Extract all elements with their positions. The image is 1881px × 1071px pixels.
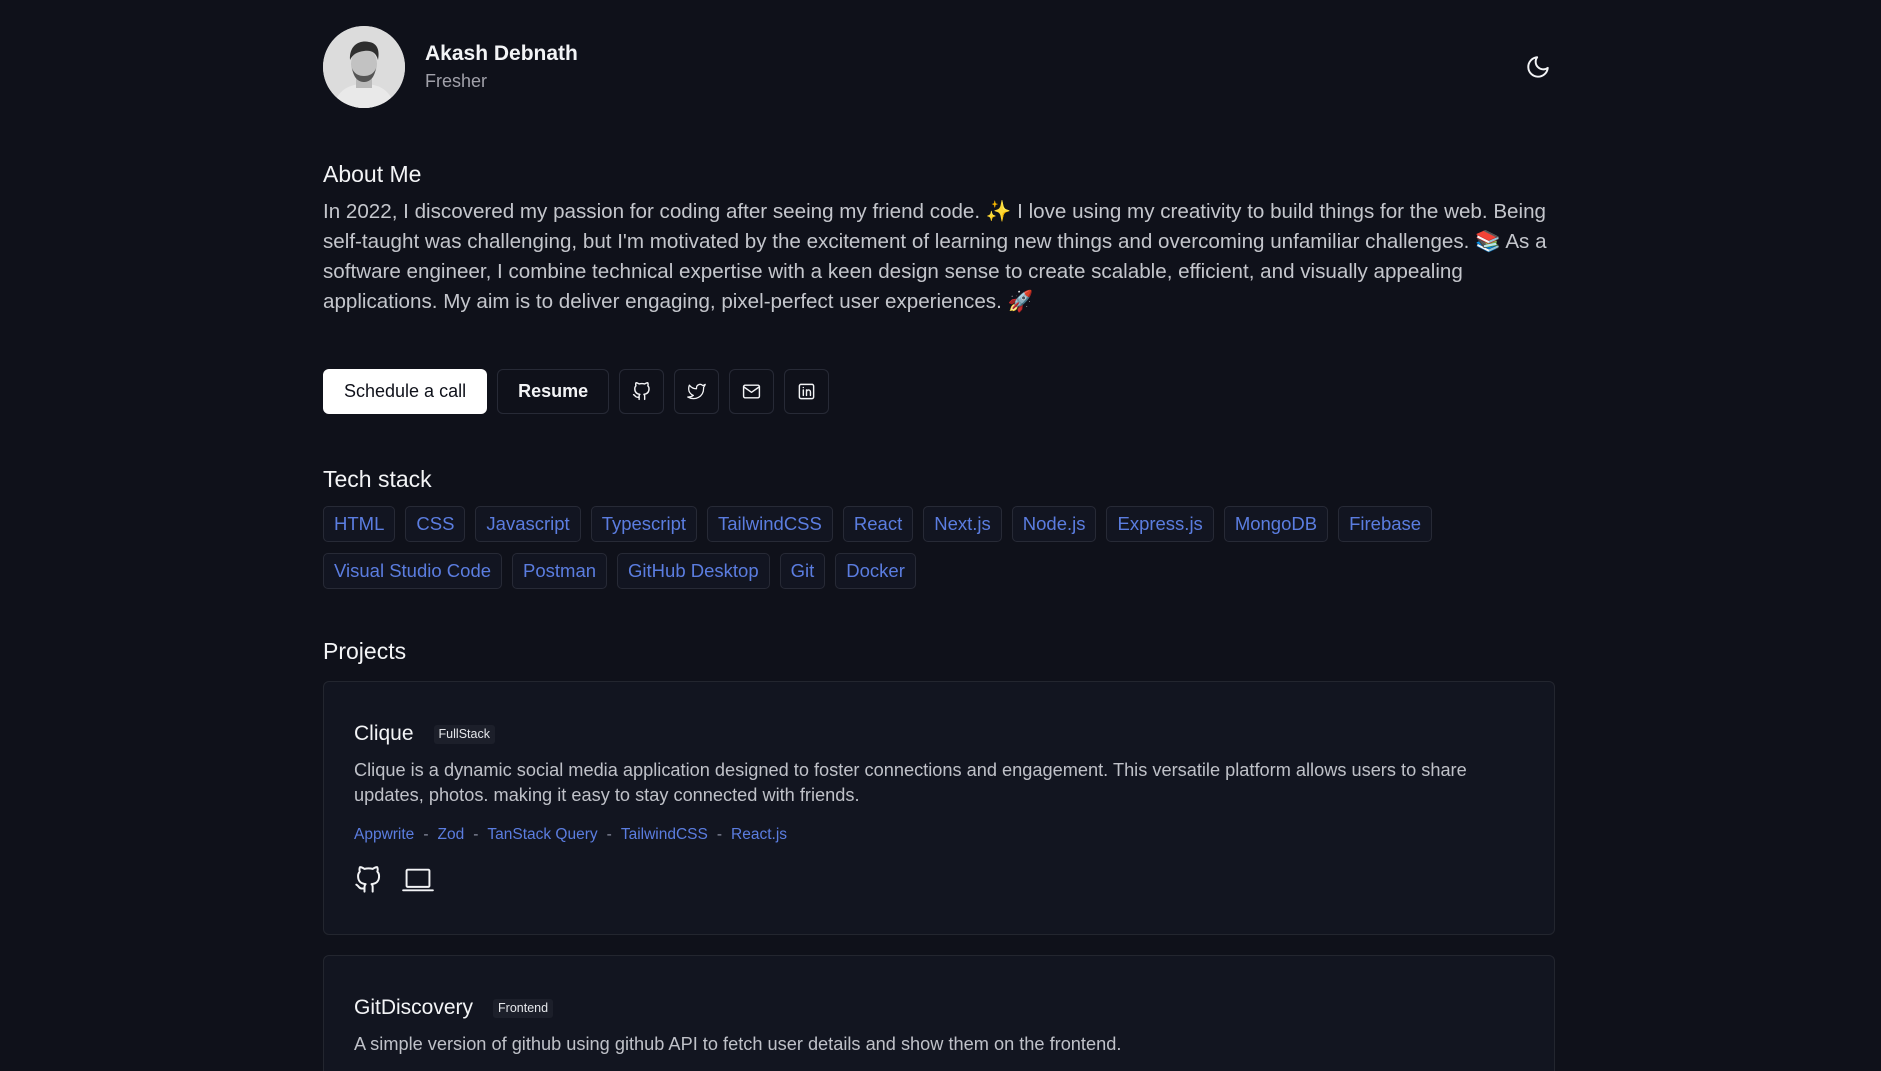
tech-tag: Postman [512, 553, 608, 589]
linkedin-icon [798, 383, 815, 400]
project-links [354, 866, 1524, 894]
project-name: Clique [354, 722, 414, 745]
mail-icon [742, 384, 761, 399]
tech-tag: MongoDB [1223, 506, 1329, 542]
moon-icon [1527, 56, 1549, 78]
project-badge: Frontend [493, 998, 554, 1018]
email-link-button[interactable] [729, 369, 775, 414]
projects-title: Projects [323, 638, 407, 664]
profile-name: Akash Debnath [425, 42, 578, 65]
tech-tag: Firebase [1338, 506, 1433, 542]
project-github-link[interactable] [354, 866, 382, 894]
tech-tag: Git [779, 553, 826, 589]
laptop-icon [402, 868, 434, 892]
project-description: A simple version of github using github … [354, 1034, 1122, 1054]
twitter-link-button[interactable] [674, 369, 720, 414]
about-text: In 2022, I discovered my passion for cod… [323, 200, 1547, 313]
project-live-demo-link[interactable] [402, 866, 434, 894]
profile-header: Akash Debnath Fresher [323, 0, 1555, 134]
twitter-icon [687, 383, 706, 400]
project-header: Clique FullStack [354, 720, 1524, 748]
github-icon [355, 866, 381, 893]
tech-tag: Node.js [1011, 506, 1097, 542]
project-tech-item: TailwindCSS [620, 826, 708, 843]
tech-separator: - [606, 826, 612, 843]
project-card-gitdiscovery: GitDiscovery Frontend A simple version o… [323, 955, 1555, 1071]
project-card-clique: Clique FullStack Clique is a dynamic soc… [323, 681, 1555, 935]
project-tech-item: Zod [437, 826, 465, 843]
tech-tag: Next.js [923, 506, 1002, 542]
project-tech-item: Appwrite [354, 826, 415, 843]
tech-tag: Javascript [475, 506, 581, 542]
tech-tag: TailwindCSS [707, 506, 833, 542]
tech-separator: - [473, 826, 479, 843]
tech-stack-list: HTML CSS Javascript Typescript TailwindC… [323, 506, 1555, 589]
tech-tag: HTML [323, 506, 396, 542]
tech-tag: Docker [835, 553, 916, 589]
project-tech-item: TanStack Query [487, 826, 598, 843]
project-badge: FullStack [433, 724, 495, 744]
tech-tag: CSS [405, 506, 466, 542]
tech-tag: GitHub Desktop [617, 553, 770, 589]
tech-tag: Visual Studio Code [323, 553, 503, 589]
github-icon [632, 382, 650, 401]
tech-tag: React [842, 506, 914, 542]
linkedin-link-button[interactable] [784, 369, 830, 414]
tech-tag: Express.js [1106, 506, 1214, 542]
project-name: GitDiscovery [354, 996, 474, 1019]
tech-separator: - [716, 826, 723, 843]
profile-info: Akash Debnath Fresher [425, 41, 578, 94]
action-buttons: Schedule a call Resume [323, 369, 1555, 414]
tech-separator: - [423, 826, 429, 843]
avatar [323, 26, 405, 108]
profile-role: Fresher [425, 71, 488, 91]
resume-button[interactable]: Resume [497, 369, 610, 414]
schedule-call-button[interactable]: Schedule a call [323, 369, 488, 414]
page-container: Akash Debnath Fresher About Me In 2022, … [323, 0, 1555, 1071]
github-link-button[interactable] [619, 369, 665, 414]
project-tech-item: React.js [731, 826, 788, 843]
about-title: About Me [323, 161, 422, 187]
project-header: GitDiscovery Frontend [354, 994, 1524, 1022]
tech-tag: Typescript [590, 506, 698, 542]
tech-stack-title: Tech stack [323, 466, 432, 492]
project-tech-list: Appwrite - Zod - TanStack Query - Tailwi… [354, 826, 1524, 844]
project-description: Clique is a dynamic social media applica… [354, 760, 1467, 805]
theme-toggle-button[interactable] [1521, 50, 1555, 84]
